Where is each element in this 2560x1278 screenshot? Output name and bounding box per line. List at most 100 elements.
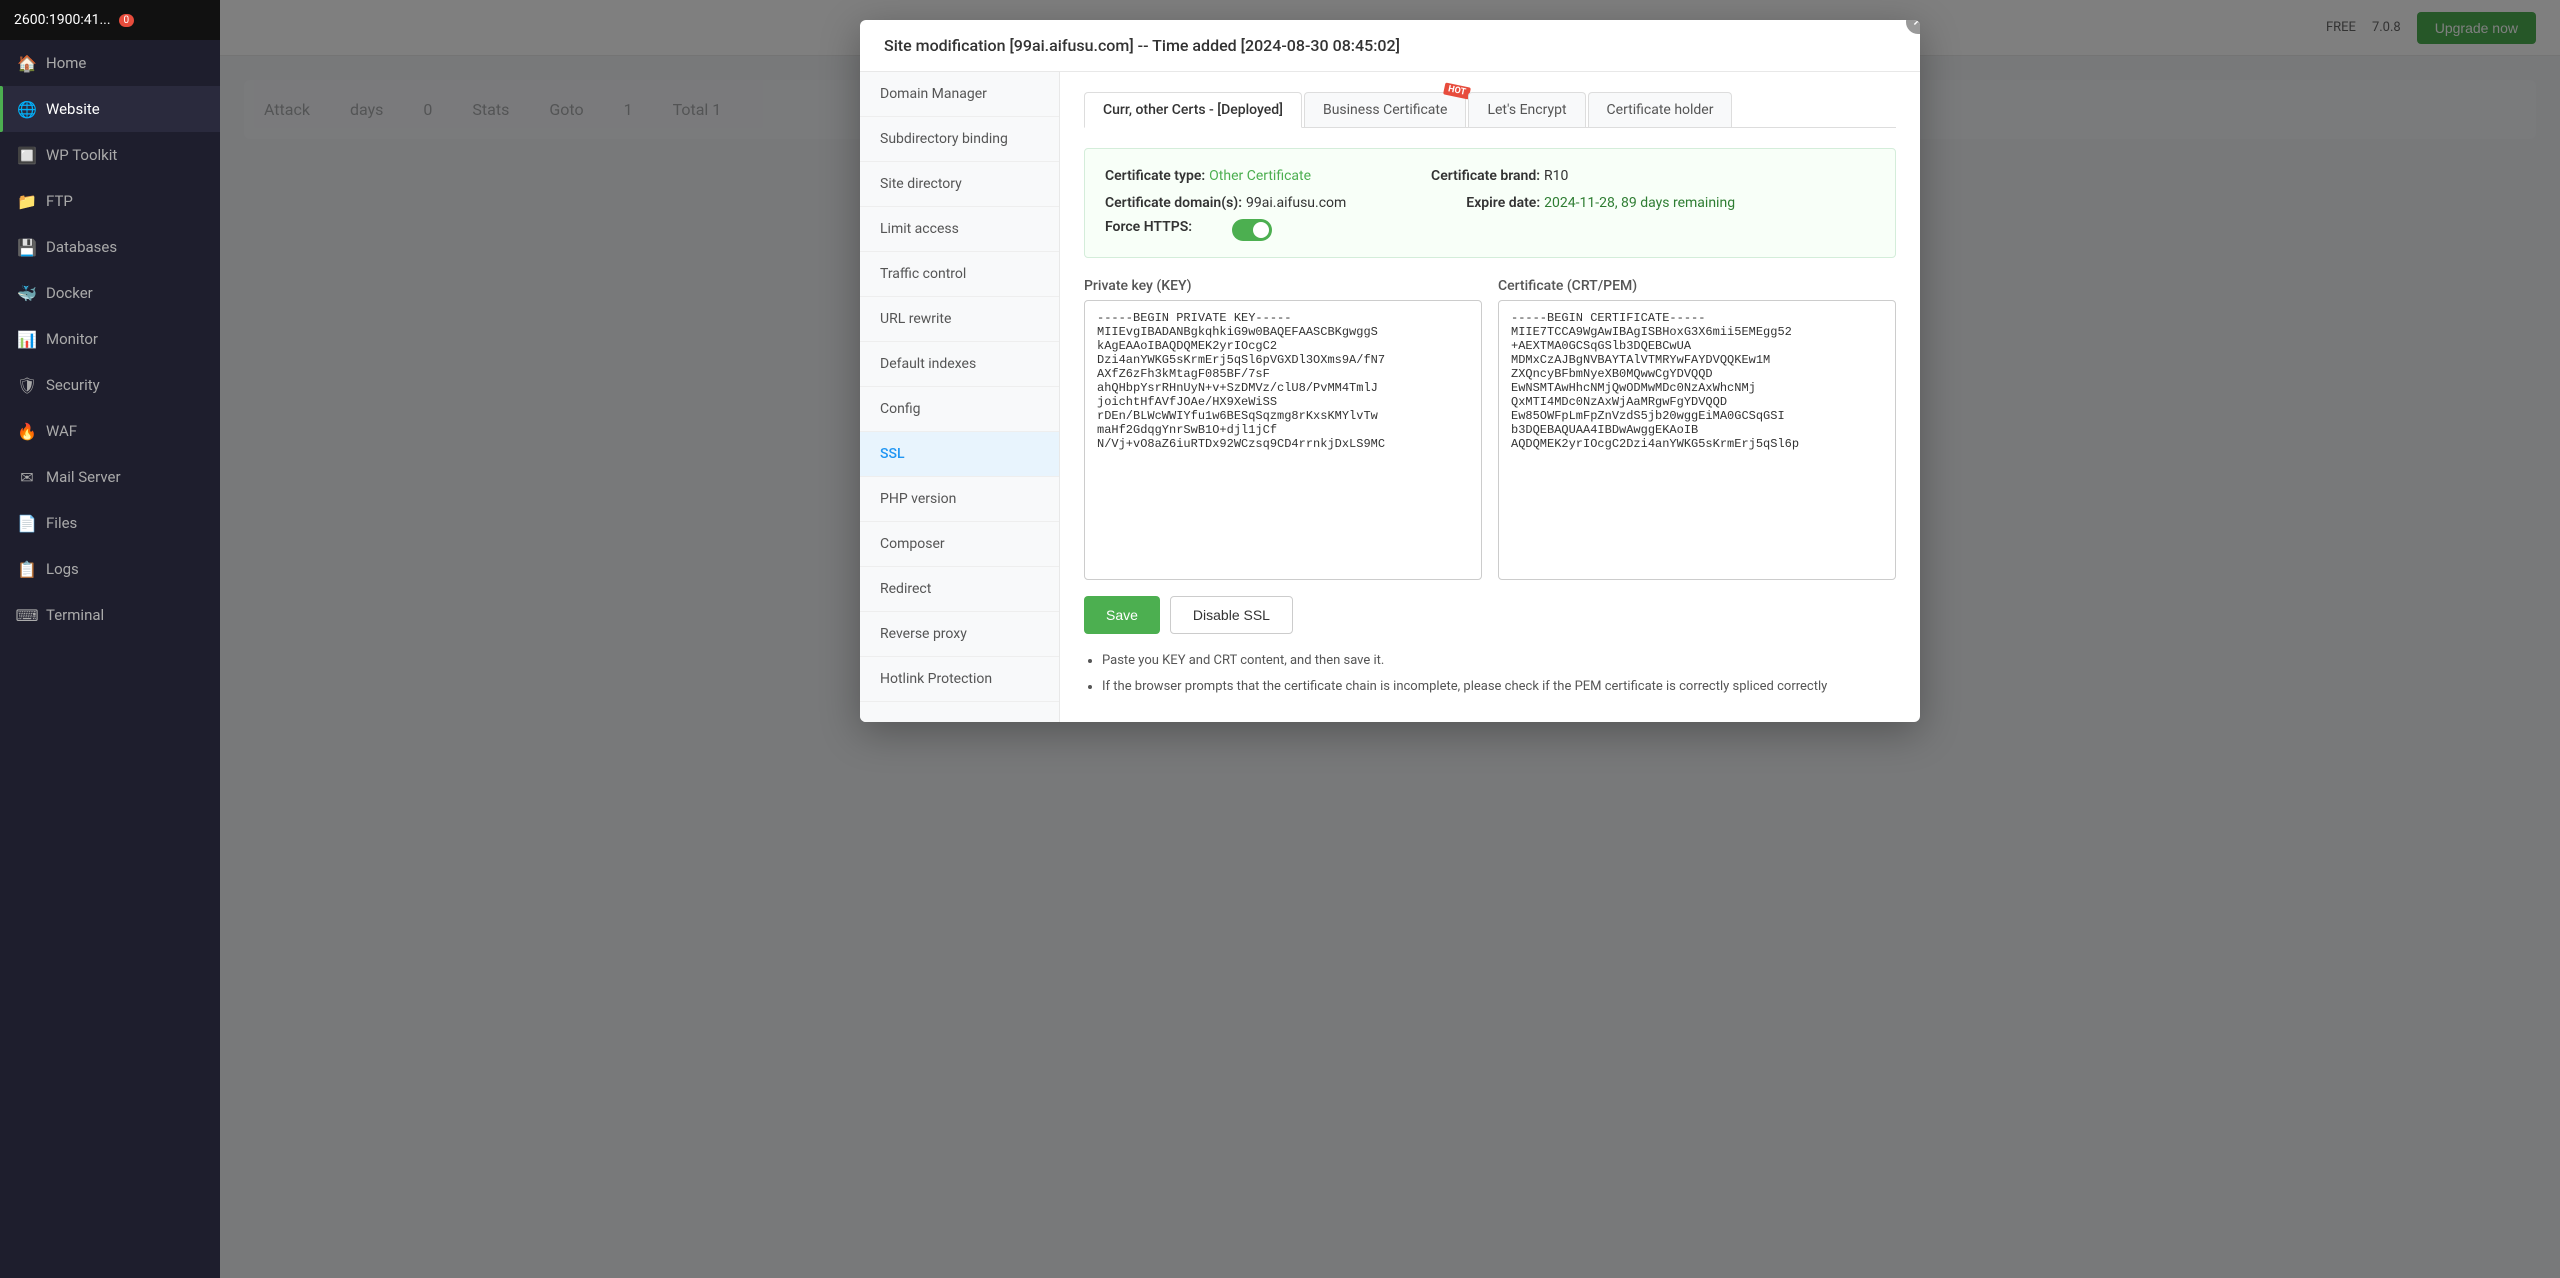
sidebar-item-files[interactable]: 📄 Files — [0, 500, 220, 546]
sidebar-item-terminal[interactable]: ⌨ Terminal — [0, 592, 220, 638]
terminal-icon: ⌨ — [18, 606, 36, 624]
disable-ssl-button[interactable]: Disable SSL — [1170, 596, 1293, 634]
docker-icon: 🐳 — [18, 284, 36, 302]
sidebar-item-label: Mail Server — [46, 468, 121, 486]
mail-server-icon: ✉ — [18, 468, 36, 486]
sidebar-item-label: Monitor — [46, 330, 98, 348]
nav-item-url-rewrite[interactable]: URL rewrite — [860, 297, 1059, 342]
private-key-col: Private key (KEY) — [1084, 278, 1482, 580]
nav-item-php-version[interactable]: PHP version — [860, 477, 1059, 522]
sidebar-item-monitor[interactable]: 📊Monitor — [0, 316, 220, 362]
sidebar-item-home[interactable]: 🏠 Home — [0, 40, 220, 86]
modal-right-content: Curr, other Certs - [Deployed]Business C… — [1060, 72, 1920, 722]
cert-info-row-1: Certificate type: Other Certificate Cert… — [1105, 165, 1875, 184]
sidebar-item-label: Terminal — [46, 606, 104, 624]
sidebar-header: 2600:1900:41... 0 — [0, 0, 220, 40]
cert-expire-value: 2024-11-28, 89 days remaining — [1544, 195, 1735, 211]
logs-icon: 📋 — [18, 560, 36, 578]
cert-info-row-3: Force HTTPS: — [1105, 219, 1875, 241]
modal-header: Site modification [99ai.aifusu.com] -- T… — [860, 20, 1920, 72]
private-key-textarea[interactable] — [1084, 300, 1482, 580]
notification-badge: 0 — [119, 14, 135, 27]
sidebar-item-website[interactable]: 🌐 Website — [0, 86, 220, 132]
nav-item-hotlink-protection[interactable]: Hotlink Protection — [860, 657, 1059, 702]
nav-item-traffic-control[interactable]: Traffic control — [860, 252, 1059, 297]
tab-cert-holder[interactable]: Certificate holder — [1588, 92, 1733, 127]
action-buttons: Save Disable SSL — [1084, 596, 1896, 634]
databases-icon: 💾 — [18, 238, 36, 256]
nav-item-ssl[interactable]: SSL — [860, 432, 1059, 477]
sidebar-item-label: Security — [46, 376, 100, 394]
cert-domain-label: Certificate domain(s): — [1105, 195, 1242, 211]
modal-nav: Domain ManagerSubdirectory bindingSite d… — [860, 72, 1060, 722]
toggle-track[interactable] — [1232, 219, 1272, 241]
toggle-thumb — [1253, 222, 1269, 238]
sidebar-item-docker[interactable]: 🐳 Docker — [0, 270, 220, 316]
sidebar-item-label: WP Toolkit — [46, 146, 117, 164]
sidebar-item-security[interactable]: 🛡 Security — [0, 362, 220, 408]
wp-toolkit-icon: 🔲 — [18, 146, 36, 164]
cert-brand-field: Certificate brand: R10 — [1431, 165, 1568, 184]
security-icon: 🛡 — [18, 376, 36, 394]
nav-item-limit-access[interactable]: Limit access — [860, 207, 1059, 252]
tab-lets-encrypt[interactable]: Let's Encrypt — [1468, 92, 1585, 127]
hot-badge: HOT — [1443, 82, 1471, 99]
cert-info-row-2: Certificate domain(s): 99ai.aifusu.com E… — [1105, 192, 1875, 211]
cert-type-field: Certificate type: Other Certificate — [1105, 165, 1311, 184]
home-icon: 🏠 — [18, 54, 36, 72]
note-item: Paste you KEY and CRT content, and then … — [1102, 650, 1896, 672]
cert-expire-label: Expire date: — [1466, 195, 1540, 211]
sidebar-item-logs[interactable]: 📋 Logs — [0, 546, 220, 592]
sidebar-item-mail-server[interactable]: ✉ Mail Server — [0, 454, 220, 500]
files-icon: 📄 — [18, 514, 36, 532]
cert-brand-value: R10 — [1544, 168, 1568, 184]
ssl-tabs: Curr, other Certs - [Deployed]Business C… — [1084, 92, 1896, 128]
nav-item-config[interactable]: Config — [860, 387, 1059, 432]
sidebar-item-label: Databases — [46, 238, 117, 256]
waf-icon: 🔥 — [18, 422, 36, 440]
cert-brand-label: Certificate brand: — [1431, 168, 1540, 184]
sidebar-ip: 2600:1900:41... — [14, 12, 111, 28]
nav-item-subdirectory-binding[interactable]: Subdirectory binding — [860, 117, 1059, 162]
sidebar-item-label: Files — [46, 514, 77, 532]
tab-business-cert[interactable]: Business CertificateHOT — [1304, 92, 1466, 127]
sidebar-item-ftp[interactable]: 📁 FTP — [0, 178, 220, 224]
nav-item-redirect[interactable]: Redirect — [860, 567, 1059, 612]
sidebar-item-label: WAF — [46, 422, 77, 440]
cert-label: Certificate (CRT/PEM) — [1498, 278, 1896, 294]
cert-expire-field: Expire date: 2024-11-28, 89 days remaini… — [1466, 192, 1735, 211]
sidebar-item-label: Docker — [46, 284, 93, 302]
sidebar: 2600:1900:41... 0 🏠 Home 🌐 Website 🔲 WP Toolk… — [0, 0, 220, 1278]
sidebar-item-wp-toolkit[interactable]: 🔲 WP Toolkit — [0, 132, 220, 178]
cert-col: Certificate (CRT/PEM) — [1498, 278, 1896, 580]
key-cert-textarea-row: Private key (KEY) Certificate (CRT/PEM) — [1084, 278, 1896, 580]
nav-item-default-indexes[interactable]: Default indexes — [860, 342, 1059, 387]
tab-curr-certs[interactable]: Curr, other Certs - [Deployed] — [1084, 92, 1302, 128]
cert-domain-field: Certificate domain(s): 99ai.aifusu.com — [1105, 192, 1346, 211]
private-key-label: Private key (KEY) — [1084, 278, 1482, 294]
sidebar-item-label: Home — [46, 54, 86, 72]
sidebar-item-label: Logs — [46, 560, 79, 578]
ftp-icon: 📁 — [18, 192, 36, 210]
sidebar-item-databases[interactable]: 💾 Databases — [0, 224, 220, 270]
cert-info-box: Certificate type: Other Certificate Cert… — [1084, 148, 1896, 258]
sidebar-item-label: FTP — [46, 192, 73, 210]
active-indicator — [0, 86, 3, 132]
sidebar-item-waf[interactable]: 🔥 WAF — [0, 408, 220, 454]
save-button[interactable]: Save — [1084, 596, 1160, 634]
main-area: FREE 7.0.8 Upgrade now Attack days 0 Sta… — [220, 0, 2560, 1278]
cert-type-value: Other Certificate — [1209, 168, 1311, 184]
cert-textarea[interactable] — [1498, 300, 1896, 580]
website-icon: 🌐 — [18, 100, 36, 118]
cert-domain-value: 99ai.aifusu.com — [1246, 195, 1346, 211]
force-https-toggle[interactable] — [1232, 219, 1272, 241]
force-https-label: Force HTTPS: — [1105, 219, 1192, 241]
cert-type-label: Certificate type: — [1105, 168, 1205, 184]
nav-item-composer[interactable]: Composer — [860, 522, 1059, 567]
nav-item-site-directory[interactable]: Site directory — [860, 162, 1059, 207]
notes-list: Paste you KEY and CRT content, and then … — [1084, 650, 1896, 698]
modal-body: Domain ManagerSubdirectory bindingSite d… — [860, 72, 1920, 722]
nav-item-domain-manager[interactable]: Domain Manager — [860, 72, 1059, 117]
sidebar-item-label: Website — [46, 100, 100, 118]
nav-item-reverse-proxy[interactable]: Reverse proxy — [860, 612, 1059, 657]
